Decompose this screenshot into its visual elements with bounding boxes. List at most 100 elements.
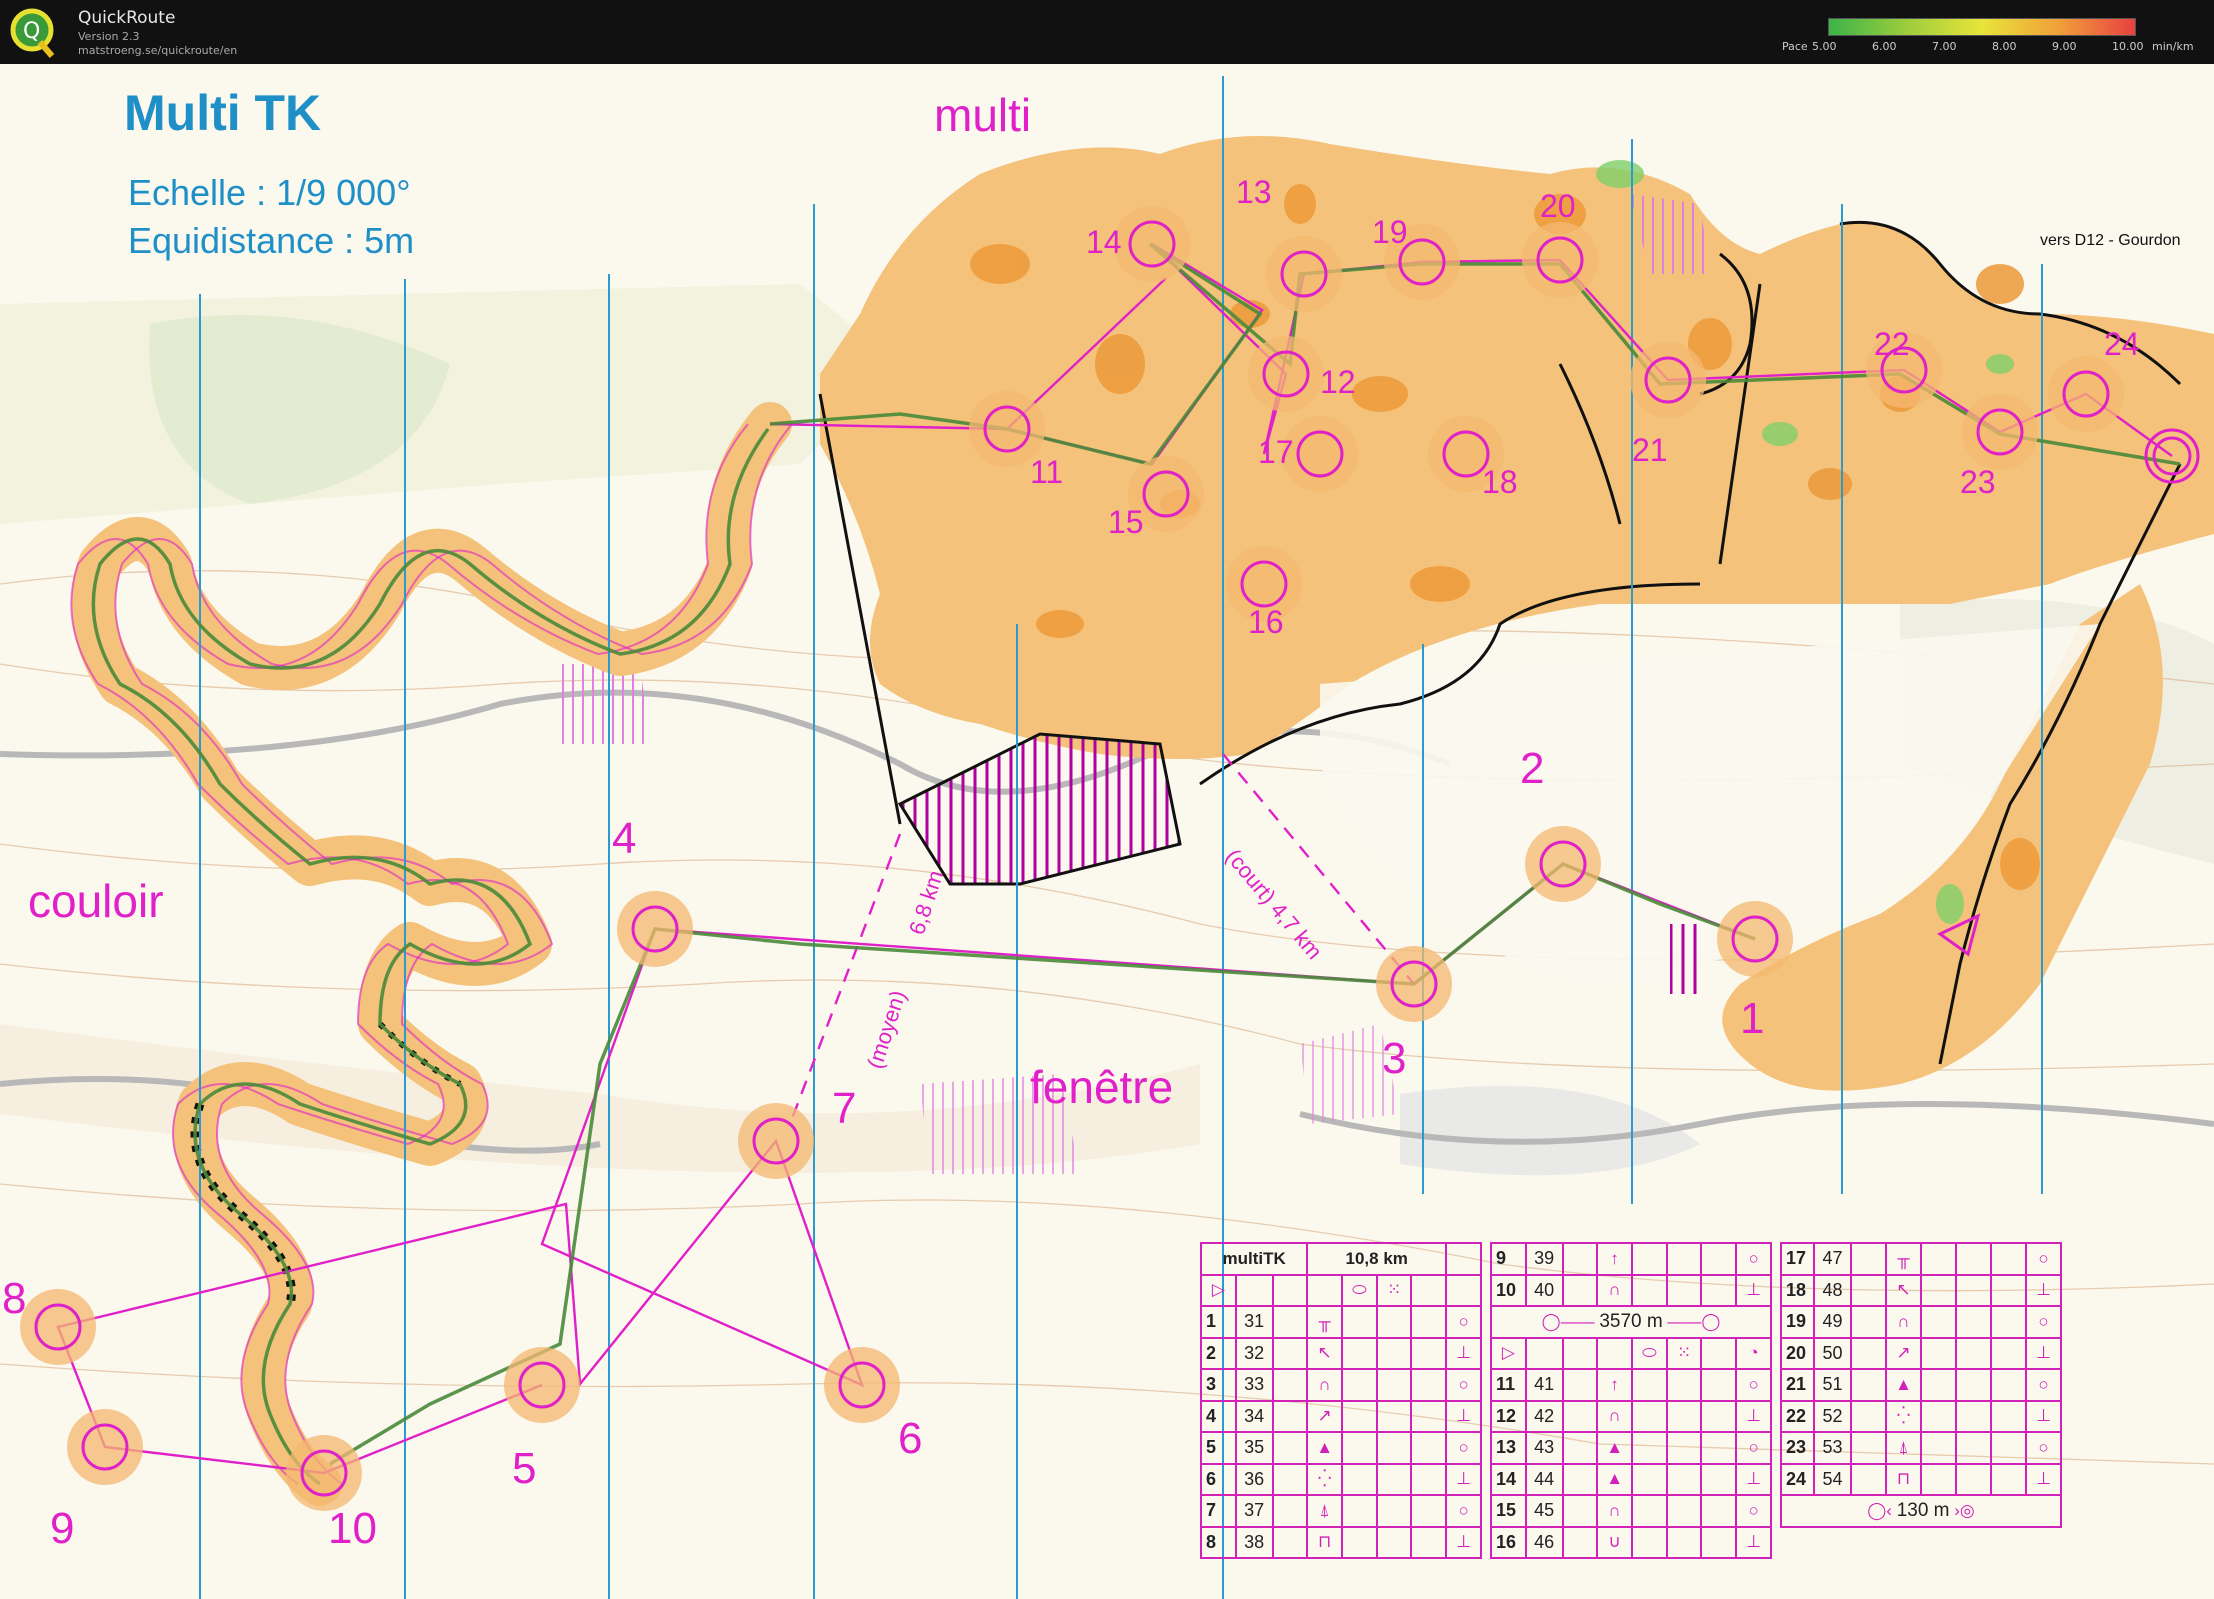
control-number: 17 bbox=[1780, 1242, 1815, 1276]
control-code: 48 bbox=[1812, 1273, 1852, 1307]
control-code: 33 bbox=[1234, 1368, 1274, 1402]
control-number: 11 bbox=[1490, 1368, 1527, 1402]
control-number-20: 20 bbox=[1540, 188, 1576, 224]
control-number: 5 bbox=[1200, 1431, 1237, 1465]
description-row: 17 47 ╥ ○ bbox=[1780, 1242, 2063, 1276]
feature-symbol-icon bbox=[1340, 1431, 1378, 1465]
description-row: 21 51 ▲ ○ bbox=[1780, 1368, 2063, 1402]
feature-symbol-icon bbox=[1630, 1431, 1668, 1465]
feature-symbol-icon bbox=[1919, 1305, 1957, 1339]
svg-text:Q: Q bbox=[23, 19, 40, 44]
feature-symbol-icon bbox=[1340, 1305, 1378, 1339]
feature-symbol-icon bbox=[1919, 1431, 1957, 1465]
description-row: 4 34 ↗ ⊥ bbox=[1200, 1399, 1482, 1433]
control-number: 16 bbox=[1490, 1525, 1527, 1559]
area-label-fenetre: fenêtre bbox=[1030, 1061, 1174, 1113]
pace-color-scale bbox=[1828, 18, 2136, 36]
feature-symbol-icon: ∩ bbox=[1596, 1273, 1633, 1307]
feature-symbol-icon bbox=[1340, 1399, 1378, 1433]
feature-symbol-icon bbox=[1340, 1494, 1378, 1528]
control-number-4: 4 bbox=[612, 814, 637, 863]
control-number-14: 14 bbox=[1086, 224, 1122, 260]
feature-symbol-icon: ▲ bbox=[1596, 1431, 1633, 1465]
description-row: 1 31 ╥ ○ bbox=[1200, 1305, 1482, 1339]
control-number: 7 bbox=[1200, 1494, 1237, 1528]
control-number-15: 15 bbox=[1108, 504, 1144, 540]
feature-symbol-icon bbox=[1919, 1336, 1957, 1370]
description-row: 23 53 ⍋ ○ bbox=[1780, 1431, 2063, 1465]
control-number: 19 bbox=[1780, 1305, 1815, 1339]
map-equidistance: Equidistance : 5m bbox=[128, 220, 415, 261]
control-number-5: 5 bbox=[512, 1444, 537, 1493]
app-url: matstroeng.se/quickroute/en bbox=[78, 44, 238, 57]
control-number-18: 18 bbox=[1482, 464, 1518, 500]
control-number: 3 bbox=[1200, 1368, 1237, 1402]
feature-symbol-icon: ↑ bbox=[1596, 1242, 1633, 1276]
marked-route: ◯—— 3570 m ——◯ bbox=[1490, 1305, 1772, 1339]
control-number-17: 17 bbox=[1258, 434, 1294, 470]
control-halo bbox=[1248, 336, 1324, 412]
description-row: 6 36 ⁛ ⊥ bbox=[1200, 1462, 1482, 1496]
pace-tick: 6.00 bbox=[1872, 40, 1897, 53]
feature-symbol-icon: ▲ bbox=[1596, 1462, 1633, 1496]
control-code: 54 bbox=[1812, 1462, 1852, 1496]
control-halo bbox=[1962, 394, 2038, 470]
pace-label: Pace bbox=[1782, 40, 1808, 53]
control-code: 52 bbox=[1812, 1399, 1852, 1433]
control-code: 32 bbox=[1234, 1336, 1274, 1370]
feature-symbol-icon: ∩ bbox=[1884, 1305, 1922, 1339]
control-halo bbox=[1525, 826, 1601, 902]
feature-symbol-icon: ⍋ bbox=[1306, 1494, 1343, 1528]
control-number: 20 bbox=[1780, 1336, 1815, 1370]
area-label-couloir: couloir bbox=[28, 875, 164, 927]
start-symbol: ▷ bbox=[1200, 1273, 1237, 1307]
feature-symbol-icon bbox=[1630, 1494, 1668, 1528]
control-number-3: 3 bbox=[1382, 1034, 1407, 1083]
description-row: 14 44 ▲ ⊥ bbox=[1490, 1462, 1772, 1496]
control-number: 13 bbox=[1490, 1431, 1527, 1465]
pace-tick: 5.00 bbox=[1812, 40, 1837, 53]
control-code: 50 bbox=[1812, 1336, 1852, 1370]
control-halo bbox=[1114, 206, 1190, 282]
control-number: 1 bbox=[1200, 1305, 1237, 1339]
description-row: 16 46 ∪ ⊥ bbox=[1490, 1525, 1772, 1559]
finish-row: ◯‹ 130 m ›◎ bbox=[1780, 1494, 2062, 1528]
control-number-9: 9 bbox=[50, 1504, 75, 1553]
control-halo bbox=[1376, 946, 1452, 1022]
road-label: vers D12 - Gourdon bbox=[2040, 232, 2181, 249]
control-halo bbox=[2048, 356, 2124, 432]
orienteering-map[interactable]: Multi TK Echelle : 1/9 000° Equidistance… bbox=[0, 64, 2214, 1599]
quickroute-logo: Q bbox=[10, 8, 55, 58]
feature-symbol-icon bbox=[1340, 1336, 1378, 1370]
control-number-7: 7 bbox=[832, 1084, 857, 1133]
feature-symbol-icon bbox=[1340, 1525, 1378, 1559]
control-number: 22 bbox=[1780, 1399, 1815, 1433]
feature-symbol-icon bbox=[1630, 1399, 1668, 1433]
description-row: 2 32 ↖ ⊥ bbox=[1200, 1336, 1482, 1370]
control-number-23: 23 bbox=[1960, 464, 1996, 500]
control-code: 40 bbox=[1524, 1273, 1564, 1307]
description-row: 7 37 ⍋ ○ bbox=[1200, 1494, 1482, 1528]
control-number: 8 bbox=[1200, 1525, 1237, 1559]
control-number-11: 11 bbox=[1030, 454, 1064, 490]
feature-symbol-icon bbox=[1919, 1368, 1957, 1402]
feature-symbol-icon: ∪ bbox=[1596, 1525, 1633, 1559]
control-halo bbox=[1630, 342, 1706, 418]
feature-symbol-icon: ↖ bbox=[1884, 1273, 1922, 1307]
feature-symbol-icon bbox=[1630, 1525, 1668, 1559]
description-column-2: 9 39 ↑ ○ 10 40 ∩ ⊥ ◯—— 3570 m ——◯ ▷ ⬭ ⁙ ◔ 11 41 ↑ ○ 12… bbox=[1490, 1242, 1772, 1559]
control-number-6: 6 bbox=[898, 1414, 923, 1463]
description-row: 5 35 ▲ ○ bbox=[1200, 1431, 1482, 1465]
feature-symbol-icon: ∩ bbox=[1596, 1399, 1633, 1433]
control-code: 34 bbox=[1234, 1399, 1274, 1433]
control-halo bbox=[1266, 236, 1342, 312]
control-code: 44 bbox=[1524, 1462, 1564, 1496]
app-titlebar: Q QuickRoute Version 2.3 matstroeng.se/q… bbox=[0, 0, 2214, 64]
finish-distance: 130 m bbox=[1896, 1499, 1950, 1521]
description-row: 15 45 ∩ ○ bbox=[1490, 1494, 1772, 1528]
description-row: 18 48 ↖ ⊥ bbox=[1780, 1273, 2063, 1307]
feature-symbol-icon bbox=[1340, 1462, 1378, 1496]
feature-symbol-icon: ⁛ bbox=[1306, 1462, 1343, 1496]
control-code: 41 bbox=[1524, 1368, 1564, 1402]
pace-tick: 7.00 bbox=[1932, 40, 1957, 53]
